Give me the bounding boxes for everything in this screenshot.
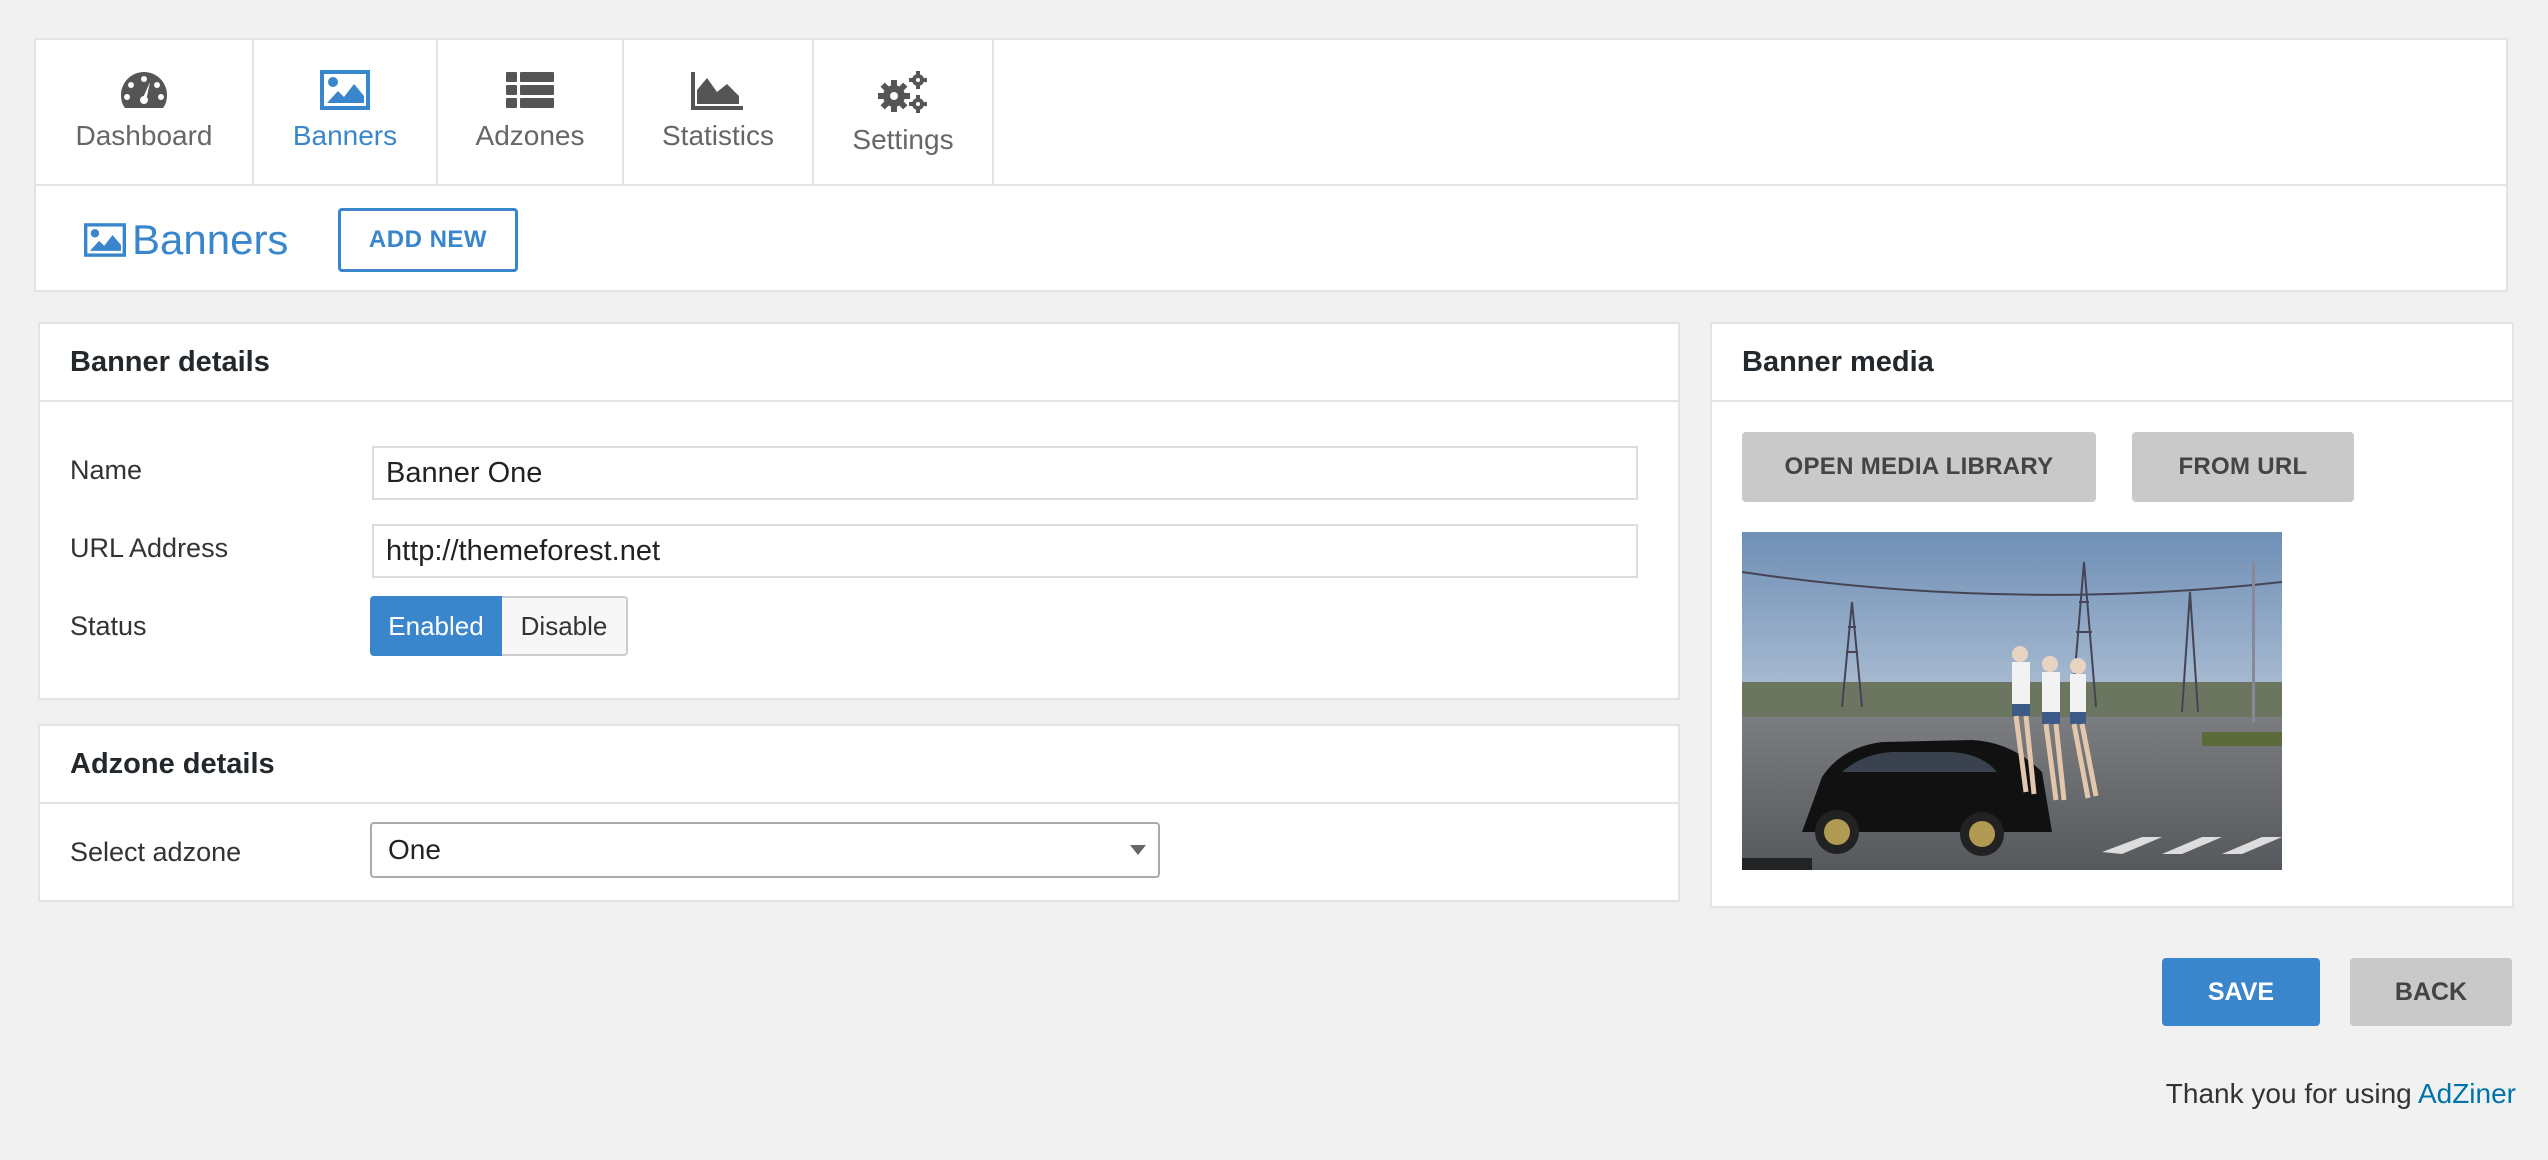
banner-details-card: Banner details Name Banner One URL Addre… xyxy=(38,322,1680,700)
tabs-divider xyxy=(36,184,2506,186)
banner-image-preview xyxy=(1742,532,2282,870)
area-chart-icon xyxy=(691,72,743,110)
url-field[interactable]: http://themeforest.net xyxy=(372,524,1638,578)
from-url-button[interactable]: FROM URL xyxy=(2132,432,2354,502)
banner-media-heading: Banner media xyxy=(1712,324,2512,402)
url-label: URL Address xyxy=(70,533,229,563)
save-button[interactable]: SAVE xyxy=(2162,958,2320,1026)
tab-settings[interactable]: Settings xyxy=(814,40,994,184)
page-heading: Banners xyxy=(84,208,288,272)
tab-label: Adzones xyxy=(475,120,585,151)
adziner-link[interactable]: AdZiner xyxy=(2418,1078,2516,1109)
tab-label: Statistics xyxy=(661,120,775,151)
tab-label: Settings xyxy=(852,124,954,155)
image-icon xyxy=(320,70,370,110)
add-new-button[interactable]: ADD NEW xyxy=(338,208,518,272)
banner-details-heading: Banner details xyxy=(40,324,1678,402)
banner-media-card: Banner media OPEN MEDIA LIBRARY FROM URL xyxy=(1710,322,2514,908)
list-icon xyxy=(506,72,554,108)
tab-statistics[interactable]: Statistics xyxy=(624,40,814,184)
open-media-library-button[interactable]: OPEN MEDIA LIBRARY xyxy=(1742,432,2096,502)
name-label: Name xyxy=(70,455,143,485)
back-button[interactable]: BACK xyxy=(2350,958,2512,1026)
status-toggle: Enabled Disable xyxy=(370,596,628,656)
nav-tabs: Dashboard Banners Adzones Statistics Set… xyxy=(36,40,994,184)
adzone-details-card: Adzone details Select adzone One xyxy=(38,724,1680,902)
status-label: Status xyxy=(70,611,147,641)
select-adzone-label: Select adzone xyxy=(70,837,242,867)
gears-icon xyxy=(878,71,927,113)
tab-label: Dashboard xyxy=(75,120,213,151)
dashboard-gauge-icon xyxy=(121,72,167,108)
page-title: Banners xyxy=(132,216,289,263)
status-disable-button[interactable]: Disable xyxy=(502,596,628,656)
adzone-details-heading: Adzone details xyxy=(40,726,1678,804)
tab-banners[interactable]: Banners xyxy=(254,40,438,184)
name-field[interactable]: Banner One xyxy=(372,446,1638,500)
top-nav-panel: Dashboard Banners Adzones Statistics Set… xyxy=(34,38,2508,292)
footer-text: Thank you for using AdZiner xyxy=(2166,1078,2516,1110)
chevron-down-icon xyxy=(1130,845,1146,855)
tab-adzones[interactable]: Adzones xyxy=(438,40,624,184)
banner-photo xyxy=(1742,532,2282,870)
adzone-select-value: One xyxy=(388,834,441,865)
image-icon xyxy=(84,223,126,257)
footer-thanks: Thank you for using xyxy=(2165,1078,2412,1109)
tab-dashboard[interactable]: Dashboard xyxy=(36,40,254,184)
status-enabled-button[interactable]: Enabled xyxy=(370,596,502,656)
tab-label: Banners xyxy=(292,120,398,151)
adzone-select[interactable]: One xyxy=(370,822,1160,878)
